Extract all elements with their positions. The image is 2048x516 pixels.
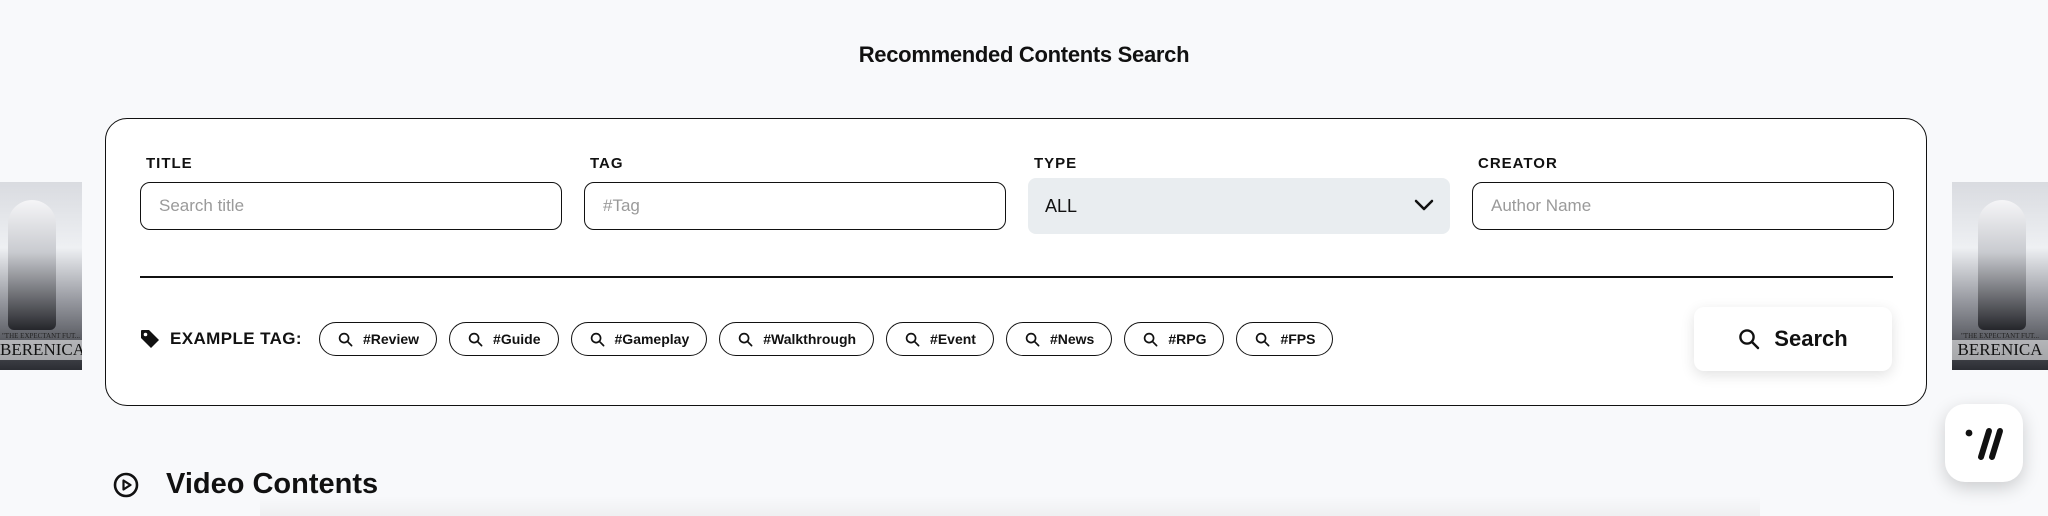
section-title: Video Contents xyxy=(166,468,379,500)
tag-chip-label: #Event xyxy=(930,331,976,347)
search-icon xyxy=(1144,332,1158,346)
title-field-group: TITLE xyxy=(140,155,562,230)
type-label: TYPE xyxy=(1034,155,1078,172)
example-tag-label-text: EXAMPLE TAG: xyxy=(170,329,302,348)
cover-subtitle: "THE EXPECTANT FUT... xyxy=(1960,332,2040,340)
divider xyxy=(140,276,1893,278)
tag-chip-label: #Walkthrough xyxy=(763,331,857,347)
creator-field-group: CREATOR xyxy=(1472,155,1894,230)
tag-chip-label: #Guide xyxy=(493,331,541,347)
tag-field-group: TAG xyxy=(584,155,1006,230)
cover-title: BERENICA xyxy=(1952,340,2048,360)
tag-chip-fps[interactable]: #FPS xyxy=(1236,322,1334,356)
tag-chip-walkthrough[interactable]: #Walkthrough xyxy=(719,322,875,356)
tag-chip-review[interactable]: #Review xyxy=(319,322,438,356)
tag-icon xyxy=(141,330,159,348)
page-title: Recommended Contents Search xyxy=(858,42,1190,67)
tag-chip-label: #RPG xyxy=(1168,331,1207,347)
search-icon xyxy=(1256,332,1270,346)
search-button-label: Search xyxy=(1774,326,1848,351)
creator-label: CREATOR xyxy=(1478,155,1558,172)
tag-chip-label: #FPS xyxy=(1280,331,1316,347)
tag-chip-label: #News xyxy=(1049,331,1095,347)
play-circle-icon xyxy=(113,472,139,497)
chevron-down-icon xyxy=(1414,199,1434,211)
app-logo-fab[interactable] xyxy=(1945,404,2023,482)
tag-chip-gameplay[interactable]: #Gameplay xyxy=(570,322,708,356)
tag-chip-label: #Review xyxy=(363,331,420,347)
search-button[interactable]: Search xyxy=(1694,307,1892,371)
title-input[interactable] xyxy=(140,182,562,230)
left-cover-thumbnail[interactable]: "THE EXPECTANT FUT... BERENICA xyxy=(0,182,82,370)
tag-chip-label: #Gameplay xyxy=(614,331,690,347)
search-icon xyxy=(590,332,604,346)
right-cover-thumbnail[interactable]: "THE EXPECTANT FUT... BERENICA xyxy=(1952,182,2048,370)
video-contents-section-header: Video Contents xyxy=(112,468,378,501)
creator-input[interactable] xyxy=(1472,182,1894,230)
search-icon xyxy=(468,332,483,346)
content-shadow xyxy=(260,496,1760,516)
type-select[interactable]: ALL xyxy=(1028,178,1450,234)
brand-logo-icon xyxy=(1965,428,2003,460)
tag-label: TAG xyxy=(590,155,624,172)
search-icon xyxy=(738,332,753,346)
title-label: TITLE xyxy=(146,155,193,172)
tag-chip-news[interactable]: #News xyxy=(1005,322,1113,356)
type-select-value: ALL xyxy=(1045,196,1078,216)
search-icon xyxy=(905,332,920,346)
example-tag-label: EXAMPLE TAG: xyxy=(140,329,302,349)
tag-chip-event[interactable]: #Event xyxy=(886,322,994,356)
search-icon xyxy=(1025,332,1040,346)
search-panel: TITLE TAG TYPE ALL CREATOR EXAMPLE TAG: … xyxy=(105,118,1927,406)
search-icon xyxy=(1739,329,1760,350)
tag-chip-rpg[interactable]: #RPG xyxy=(1124,322,1225,356)
cover-subtitle: "THE EXPECTANT FUT... xyxy=(1,332,81,340)
tag-input[interactable] xyxy=(584,182,1006,230)
tag-chip-guide[interactable]: #Guide xyxy=(449,322,559,356)
example-tags-row: EXAMPLE TAG: #Review #Guide #Gameplay #W… xyxy=(140,321,1345,357)
search-icon xyxy=(338,332,353,346)
type-field-group: TYPE ALL xyxy=(1028,155,1450,234)
cover-title: BERENICA xyxy=(0,340,82,360)
